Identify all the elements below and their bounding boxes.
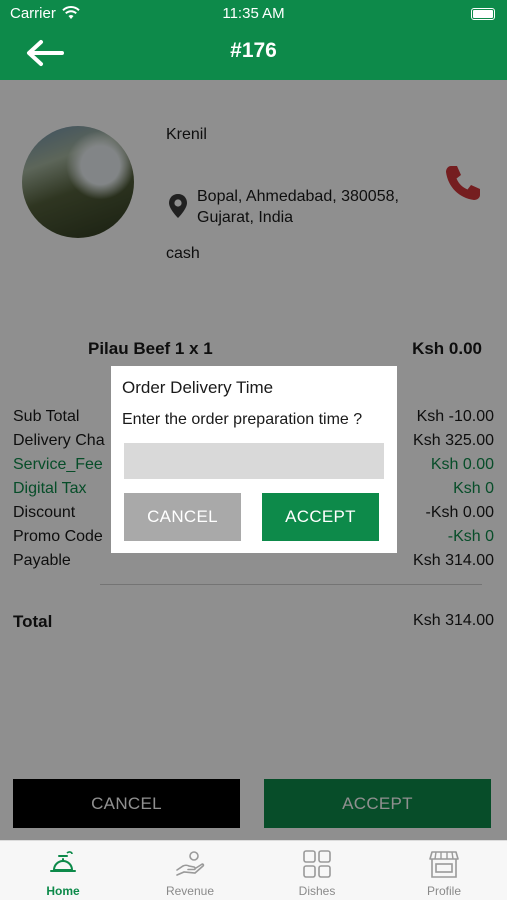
dialog-cancel-button[interactable]: CANCEL: [124, 493, 241, 541]
grid-icon: [303, 850, 331, 878]
tab-revenue[interactable]: Revenue: [127, 841, 253, 900]
dialog-accept-button[interactable]: ACCEPT: [262, 493, 379, 541]
tab-label: Home: [46, 884, 80, 898]
tab-home[interactable]: Home: [0, 841, 126, 900]
delivery-time-dialog: Order Delivery Time Enter the order prep…: [111, 366, 397, 553]
hand-coin-icon: [176, 851, 205, 876]
bottom-tab-bar: Home Revenue Dishes Profile: [0, 840, 507, 900]
tab-profile[interactable]: Profile: [381, 841, 507, 900]
dialog-title: Order Delivery Time: [122, 378, 274, 397]
app-header: #176: [0, 28, 507, 80]
food-tray-icon: [50, 851, 76, 872]
dialog-message: Enter the order preparation time ?: [122, 411, 363, 428]
battery-icon: [471, 8, 495, 20]
status-bar: Carrier 11:35 AM: [0, 0, 507, 28]
storefront-icon: [429, 851, 459, 878]
tab-label: Profile: [426, 884, 461, 898]
tab-label: Dishes: [298, 884, 336, 898]
preparation-time-input[interactable]: [124, 443, 384, 479]
status-time: 11:35 AM: [222, 5, 285, 22]
tab-label: Revenue: [165, 884, 215, 898]
tab-dishes[interactable]: Dishes: [254, 841, 380, 900]
order-number-title: #176: [230, 39, 277, 62]
